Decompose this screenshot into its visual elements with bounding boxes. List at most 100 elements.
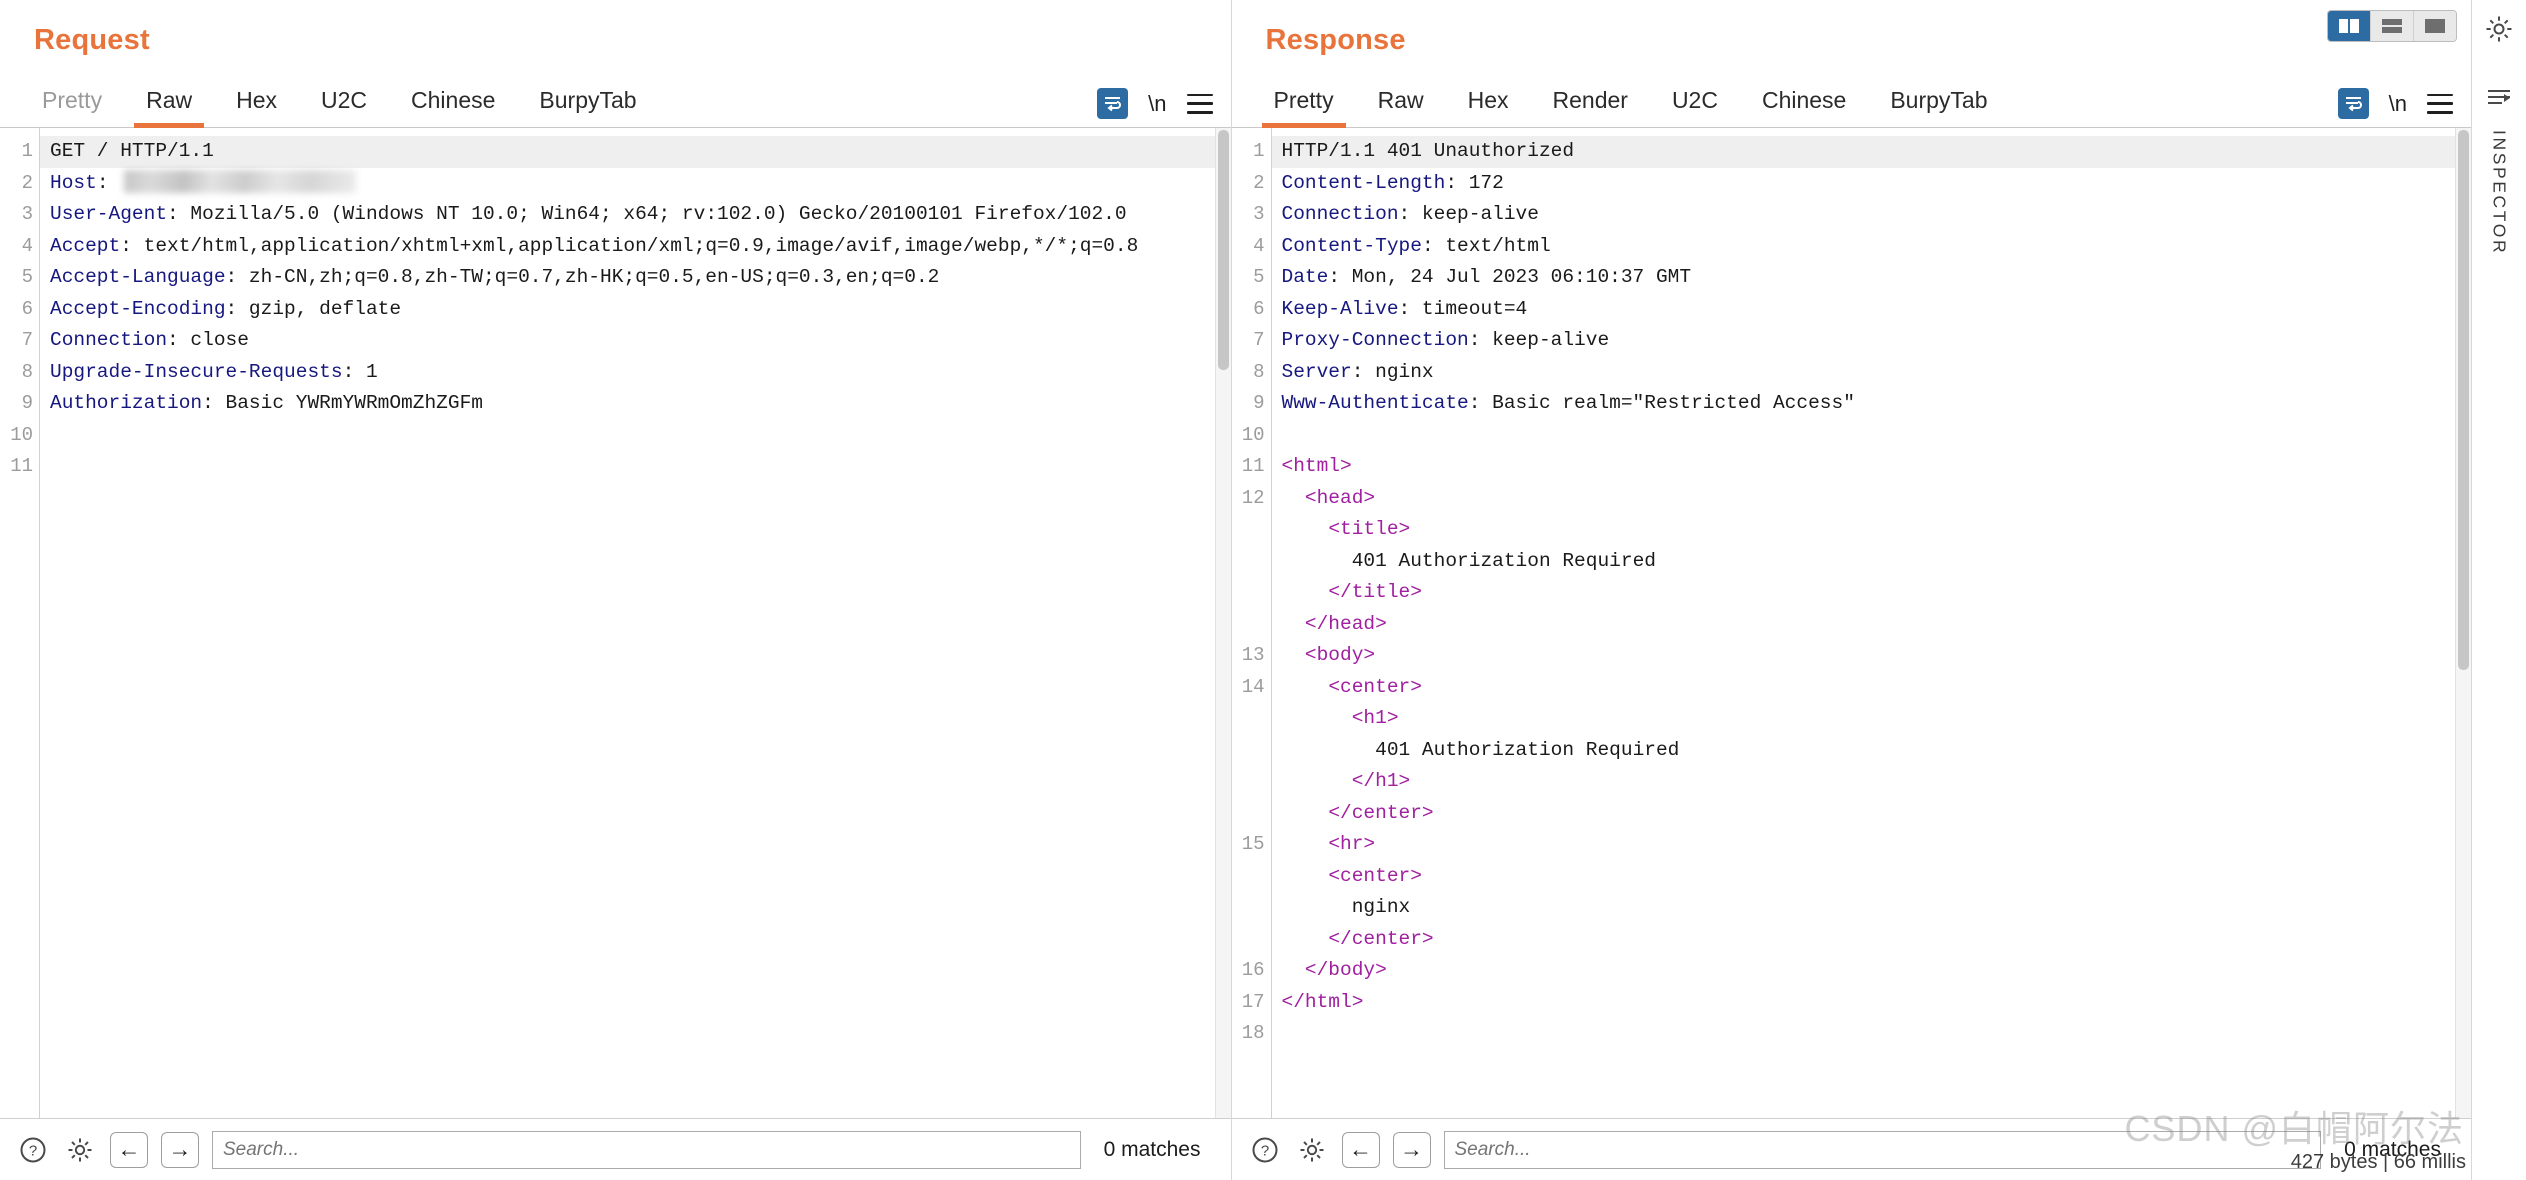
- request-scrollbar[interactable]: [1214, 128, 1231, 1118]
- tab-request-hex[interactable]: Hex: [214, 87, 299, 127]
- code-line: Content-Type: text/html: [1281, 234, 1551, 257]
- line-number: 4: [1253, 234, 1265, 257]
- code-line: <html>: [1281, 455, 1352, 477]
- code-line: <center>: [1281, 864, 1422, 887]
- line-number: 1: [1253, 140, 1265, 162]
- response-status-text: 427 bytes | 66 millis: [2290, 1151, 2466, 1173]
- request-search-prev-button[interactable]: ←: [110, 1131, 148, 1168]
- line-number: 11: [1241, 455, 1265, 477]
- response-code[interactable]: HTTP/1.1 401 Unauthorized Content-Length:…: [1271, 128, 2472, 1118]
- request-gutter: 1 2 3 4 5 6 7 8 9 10 11: [0, 128, 40, 1118]
- code-line: Accept: text/html,application/xhtml+xml,…: [50, 234, 1139, 257]
- response-editor[interactable]: 1 2 3 4 5 6 7 8 9 10 11 12 13 14 15 16 17 18 HTTP/1.1 401…: [1231, 128, 2472, 1118]
- view-split-horizontal-icon[interactable]: [2371, 11, 2414, 41]
- response-panel: Response Pretty Raw Hex Render U2C Chine…: [1231, 0, 2472, 1180]
- response-tabbar-actions: \n: [2337, 88, 2453, 119]
- code-line: Keep-Alive: timeout=4: [1281, 297, 1528, 320]
- response-scrollbar[interactable]: [2455, 128, 2471, 1118]
- newline-toggle-icon[interactable]: \n: [1148, 91, 1166, 117]
- code-line: Proxy-Connection: keep-alive: [1281, 329, 1610, 351]
- watermark-text: CSDN @白帽阿尔法: [2124, 1108, 2464, 1149]
- response-search-next-button[interactable]: →: [1392, 1131, 1431, 1168]
- request-help-icon[interactable]: ?: [16, 1133, 50, 1167]
- line-number: 15: [1241, 833, 1265, 855]
- line-number: 6: [21, 297, 33, 320]
- svg-text:?: ?: [1260, 1142, 1268, 1159]
- line-number: [1232, 609, 1265, 641]
- code-line: <hr>: [1281, 833, 1376, 855]
- request-search-input[interactable]: [212, 1130, 1081, 1169]
- burp-repeater-window: Request Pretty Raw Hex U2C Chinese Burpy…: [0, 0, 2526, 1180]
- line-number: 18: [1241, 1022, 1265, 1044]
- newline-toggle-icon[interactable]: \n: [2389, 91, 2407, 117]
- code-line: </center>: [1281, 801, 1434, 824]
- tab-response-u2c[interactable]: U2C: [1650, 87, 1740, 127]
- request-search-next-button[interactable]: →: [161, 1131, 199, 1168]
- word-wrap-icon[interactable]: [1097, 88, 1129, 119]
- line-number: 3: [21, 203, 33, 225]
- view-single-pane-icon[interactable]: [2414, 11, 2456, 41]
- request-footer: ? ← → 0 matches: [0, 1118, 1231, 1180]
- inspector-rail: INSPECTOR: [2471, 0, 2526, 1180]
- code-line: 401 Authorization Required: [1281, 738, 1680, 761]
- code-line: <h1>: [1281, 707, 1399, 729]
- line-number: 2: [1253, 171, 1265, 194]
- line-number: [1232, 892, 1265, 924]
- line-number: [1232, 546, 1265, 578]
- line-number: 14: [1241, 675, 1265, 698]
- line-number: [1232, 924, 1265, 956]
- tab-response-pretty[interactable]: Pretty: [1252, 87, 1356, 128]
- layout-view-toggle: [2327, 10, 2457, 42]
- line-number: 7: [1253, 329, 1265, 351]
- line-number: 13: [1241, 644, 1265, 666]
- code-line: </h1>: [1281, 770, 1411, 792]
- request-menu-icon[interactable]: [1186, 93, 1213, 114]
- tab-request-pretty[interactable]: Pretty: [20, 87, 124, 127]
- request-settings-gear-icon[interactable]: [63, 1133, 97, 1167]
- request-editor[interactable]: 1 2 3 4 5 6 7 8 9 10 11 GET / HTTP/1.1 Host: User-A…: [0, 128, 1231, 1118]
- code-line: <title>: [1281, 518, 1411, 540]
- line-number: [1232, 577, 1265, 609]
- view-split-vertical-icon[interactable]: [2328, 11, 2371, 41]
- response-settings-gear-icon[interactable]: [1295, 1133, 1329, 1167]
- line-number: 10: [1241, 423, 1265, 446]
- line-number: 4: [21, 234, 33, 257]
- line-number: 12: [1241, 486, 1265, 509]
- line-number: 5: [21, 266, 33, 288]
- inspector-settings-gear-icon[interactable]: [2484, 14, 2514, 49]
- tab-request-raw[interactable]: Raw: [124, 87, 214, 128]
- tab-response-burpytab[interactable]: BurpyTab: [1868, 87, 2009, 127]
- line-number: 8: [1253, 360, 1265, 383]
- tab-response-raw[interactable]: Raw: [1356, 87, 1446, 127]
- response-panel-title: Response: [1265, 24, 1406, 56]
- tab-response-render[interactable]: Render: [1531, 87, 1650, 127]
- line-number: 6: [1253, 297, 1265, 320]
- line-number: [1232, 514, 1265, 546]
- line-number: 1: [21, 140, 33, 162]
- word-wrap-icon[interactable]: [2337, 88, 2369, 119]
- line-number: 8: [21, 360, 33, 383]
- tab-response-chinese[interactable]: Chinese: [1740, 87, 1868, 127]
- tab-request-chinese[interactable]: Chinese: [389, 87, 517, 127]
- line-number: 9: [21, 392, 33, 414]
- line-number: 2: [21, 171, 33, 194]
- tab-request-burpytab[interactable]: BurpyTab: [517, 87, 658, 127]
- line-number: [1232, 861, 1265, 893]
- response-search-prev-button[interactable]: ←: [1341, 1131, 1380, 1168]
- code-line: Www-Authenticate: Basic realm="Restricte…: [1281, 392, 1855, 414]
- code-line: </html>: [1281, 990, 1364, 1013]
- request-code[interactable]: GET / HTTP/1.1 Host: User-Agent: Mozilla/…: [40, 128, 1231, 1118]
- response-menu-icon[interactable]: [2427, 93, 2453, 114]
- tab-request-u2c[interactable]: U2C: [299, 87, 389, 127]
- inspector-collapse-icon[interactable]: [2486, 87, 2512, 114]
- line-number: 3: [1253, 203, 1265, 225]
- code-line: Host:: [40, 168, 1231, 200]
- line-number: [1232, 766, 1265, 798]
- response-help-icon[interactable]: ?: [1248, 1133, 1282, 1167]
- tab-response-hex[interactable]: Hex: [1446, 87, 1531, 127]
- request-tabbar-actions: \n: [1097, 88, 1213, 119]
- code-line: </title>: [1281, 581, 1422, 603]
